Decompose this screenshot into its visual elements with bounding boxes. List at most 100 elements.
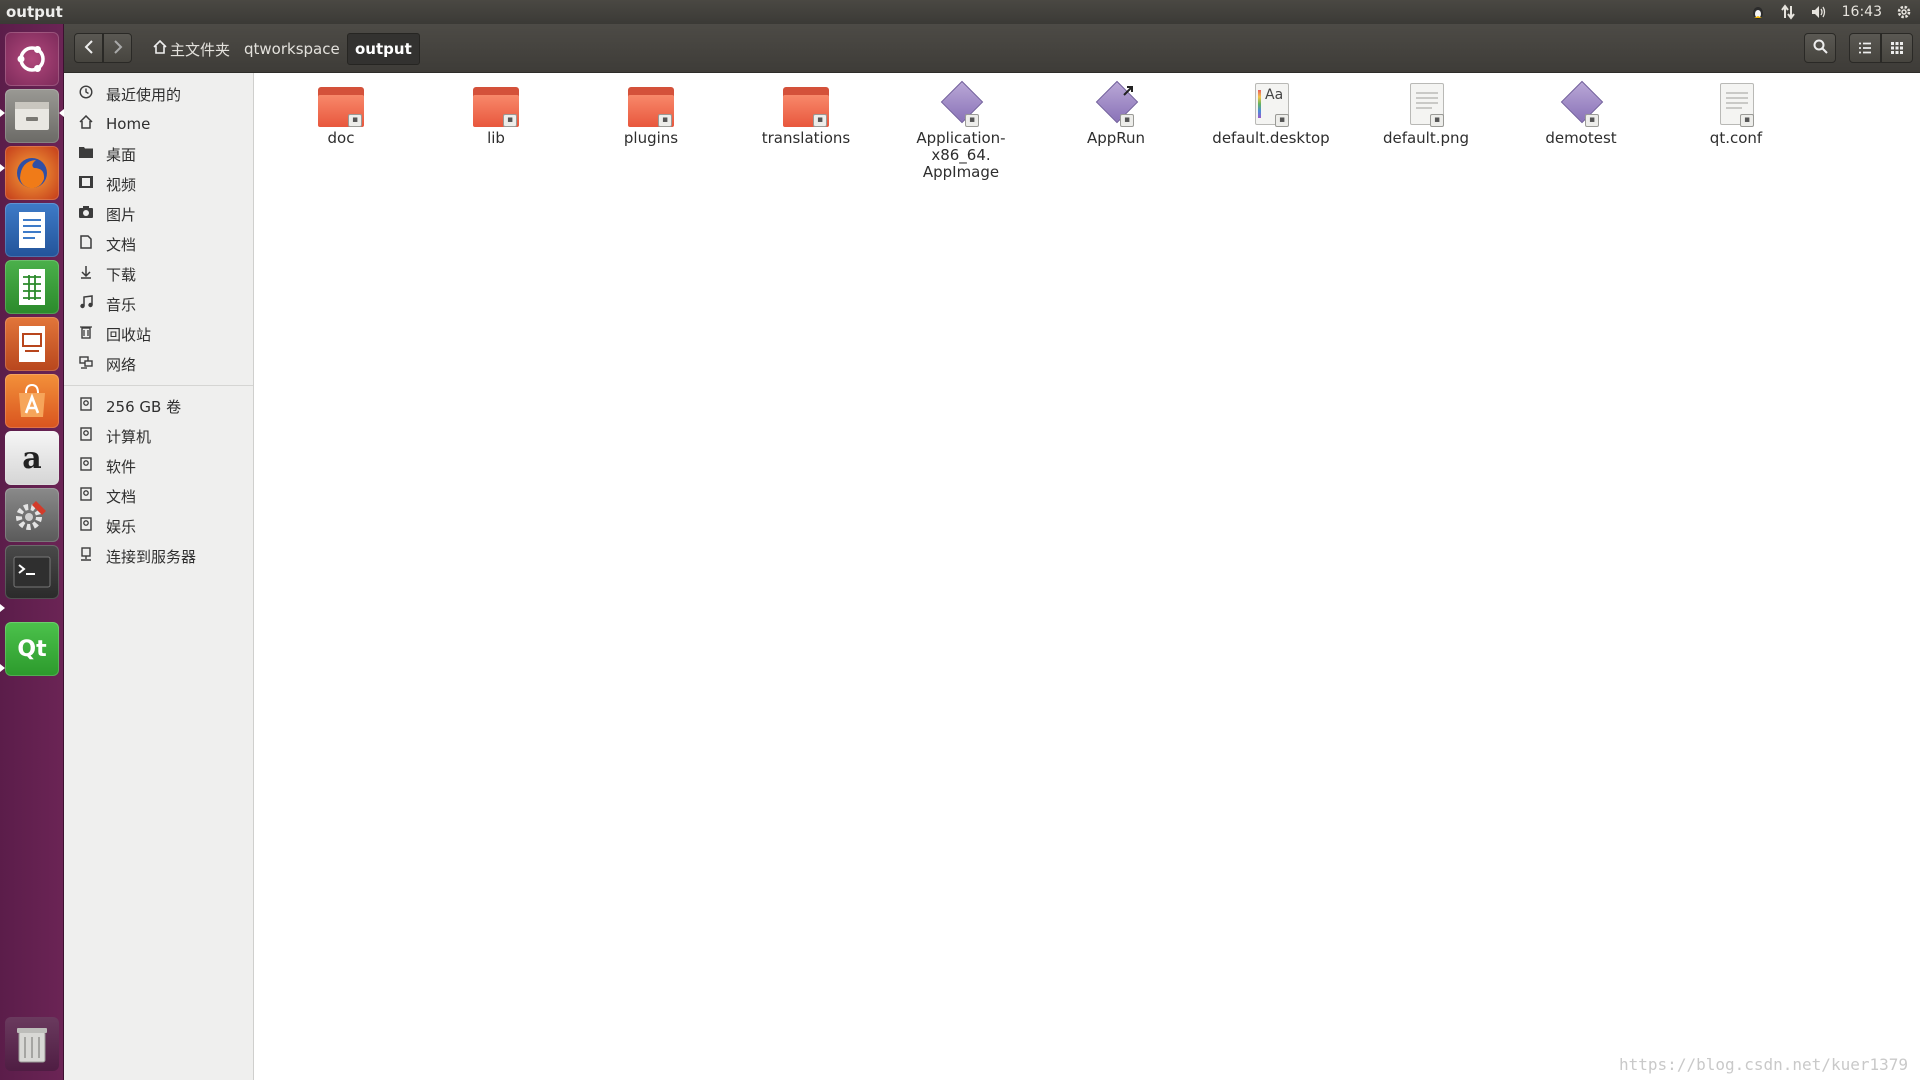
- folder-icon: ▪: [783, 87, 829, 127]
- file-name: doc: [327, 129, 355, 147]
- file-item-qt-conf[interactable]: ▪ qt.conf: [1666, 83, 1806, 147]
- drive-icon: [74, 487, 98, 505]
- file-view[interactable]: ▪ doc ▪ lib ▪ plugins ▪ translations ▪ A…: [258, 73, 1920, 1080]
- breadcrumb-qtworkspace-label: qtworkspace: [244, 40, 340, 58]
- music-icon: [74, 295, 98, 313]
- font-preview-glyph: Aa: [1265, 87, 1284, 103]
- sidebar-item-label: 下载: [106, 265, 137, 284]
- qt-creator-label: Qt: [17, 636, 47, 662]
- lock-icon: ▪: [1740, 114, 1754, 127]
- sidebar-item-desktop[interactable]: 桌面: [64, 139, 253, 169]
- clock-text[interactable]: 16:43: [1842, 4, 1882, 20]
- sidebar-item-network[interactable]: 网络: [64, 349, 253, 379]
- home-icon: [153, 39, 167, 58]
- sidebar-item-software[interactable]: 软件: [64, 451, 253, 481]
- sidebar-item-volume-256gb[interactable]: 256 GB 卷: [64, 391, 253, 421]
- trash-icon[interactable]: [5, 1017, 59, 1071]
- sidebar-item-trash[interactable]: 回收站: [64, 319, 253, 349]
- breadcrumb-output[interactable]: output: [347, 33, 420, 65]
- sidebar-item-label: 文档: [106, 235, 137, 254]
- chevron-right-icon: [113, 39, 123, 58]
- file-item-plugins[interactable]: ▪ plugins: [581, 83, 721, 147]
- folder-icon: ▪: [318, 87, 364, 127]
- network-arrows-icon[interactable]: [1780, 4, 1796, 20]
- sidebar-item-label: 图片: [106, 205, 137, 224]
- gear-icon[interactable]: [1896, 4, 1912, 20]
- sidebar-item-label: 网络: [106, 355, 137, 374]
- sidebar-item-label: 连接到服务器: [106, 547, 197, 566]
- drive-icon: [74, 397, 98, 415]
- camera-icon: [74, 206, 98, 222]
- file-item-lib[interactable]: ▪ lib: [426, 83, 566, 147]
- terminal-icon[interactable]: [5, 545, 59, 599]
- sidebar-item-label: 音乐: [106, 295, 137, 314]
- sidebar-divider: [64, 385, 253, 386]
- breadcrumb-home[interactable]: 主文件夹: [146, 33, 237, 65]
- font-file-icon: Aa ▪: [1251, 83, 1291, 127]
- sidebar-item-documents-volume[interactable]: 文档: [64, 481, 253, 511]
- forward-button[interactable]: [103, 33, 132, 63]
- file-name: AppRun: [1086, 129, 1146, 147]
- lock-icon: ▪: [503, 114, 517, 127]
- list-view-button[interactable]: [1849, 33, 1881, 63]
- window-title: output: [6, 3, 63, 21]
- system-settings-icon[interactable]: [5, 488, 59, 542]
- sidebar-item-home[interactable]: Home: [64, 109, 253, 139]
- grid-view-icon: [1891, 39, 1903, 58]
- places-sidebar: 最近使用的 Home 桌面 视频 图片 文档 下载 音乐 回收站 网络 256 …: [64, 73, 254, 1080]
- folder-icon: ▪: [473, 87, 519, 127]
- qt-creator-icon[interactable]: Qt: [5, 622, 59, 676]
- file-item-demotest[interactable]: ▪ demotest: [1511, 80, 1651, 147]
- sidebar-item-music[interactable]: 音乐: [64, 289, 253, 319]
- list-view-icon: [1858, 39, 1872, 58]
- file-name: default.desktop: [1212, 129, 1330, 147]
- back-button[interactable]: [74, 33, 103, 63]
- sidebar-item-recent[interactable]: 最近使用的: [64, 79, 253, 109]
- libreoffice-calc-icon[interactable]: [5, 260, 59, 314]
- executable-icon: ▪: [1560, 80, 1604, 127]
- libreoffice-writer-icon[interactable]: [5, 203, 59, 257]
- volume-icon[interactable]: [1810, 4, 1828, 20]
- firefox-icon[interactable]: [5, 146, 59, 200]
- document-icon: [74, 235, 98, 253]
- sidebar-item-computer[interactable]: 计算机: [64, 421, 253, 451]
- sidebar-item-label: Home: [106, 115, 151, 133]
- sidebar-item-pictures[interactable]: 图片: [64, 199, 253, 229]
- ubuntu-dash-icon[interactable]: [5, 32, 59, 86]
- breadcrumb-qtworkspace[interactable]: qtworkspace: [237, 33, 347, 65]
- file-item-default-desktop[interactable]: Aa ▪ default.desktop: [1201, 83, 1341, 147]
- lock-icon: ▪: [658, 114, 672, 127]
- executable-icon: ▪: [940, 80, 984, 127]
- sidebar-item-documents[interactable]: 文档: [64, 229, 253, 259]
- file-item-apprun[interactable]: ▪ AppRun: [1046, 80, 1186, 147]
- text-file-icon: ▪: [1406, 83, 1446, 127]
- qq-penguin-icon[interactable]: [1750, 4, 1766, 20]
- lock-icon: ▪: [348, 114, 362, 127]
- grid-view-button[interactable]: [1881, 33, 1913, 63]
- chevron-left-icon: [84, 39, 94, 58]
- search-button[interactable]: [1804, 33, 1836, 63]
- file-name: demotest: [1545, 129, 1617, 147]
- files-icon[interactable]: [5, 89, 59, 143]
- sidebar-item-label: 256 GB 卷: [106, 397, 182, 416]
- sidebar-item-label: 视频: [106, 175, 137, 194]
- sidebar-item-downloads[interactable]: 下载: [64, 259, 253, 289]
- sidebar-item-label: 回收站: [106, 325, 152, 344]
- sidebar-item-videos[interactable]: 视频: [64, 169, 253, 199]
- search-icon: [1813, 39, 1828, 58]
- libreoffice-impress-icon[interactable]: [5, 317, 59, 371]
- sidebar-item-entertainment[interactable]: 娱乐: [64, 511, 253, 541]
- file-item-translations[interactable]: ▪ translations: [736, 83, 876, 147]
- file-item-default-png[interactable]: ▪ default.png: [1356, 83, 1496, 147]
- file-name: lib: [487, 129, 505, 147]
- launcher: a Qt: [0, 24, 64, 1080]
- clock-icon: [74, 85, 98, 103]
- file-item-doc[interactable]: ▪ doc: [271, 83, 411, 147]
- software-center-icon[interactable]: [5, 374, 59, 428]
- sidebar-item-connect-server[interactable]: 连接到服务器: [64, 541, 253, 571]
- amazon-icon[interactable]: a: [5, 431, 59, 485]
- file-item-appimage[interactable]: ▪ Application-x86_64. AppImage: [891, 80, 1031, 181]
- lock-icon: ▪: [965, 114, 979, 127]
- amazon-glyph: a: [22, 440, 42, 476]
- file-name: plugins: [623, 129, 679, 147]
